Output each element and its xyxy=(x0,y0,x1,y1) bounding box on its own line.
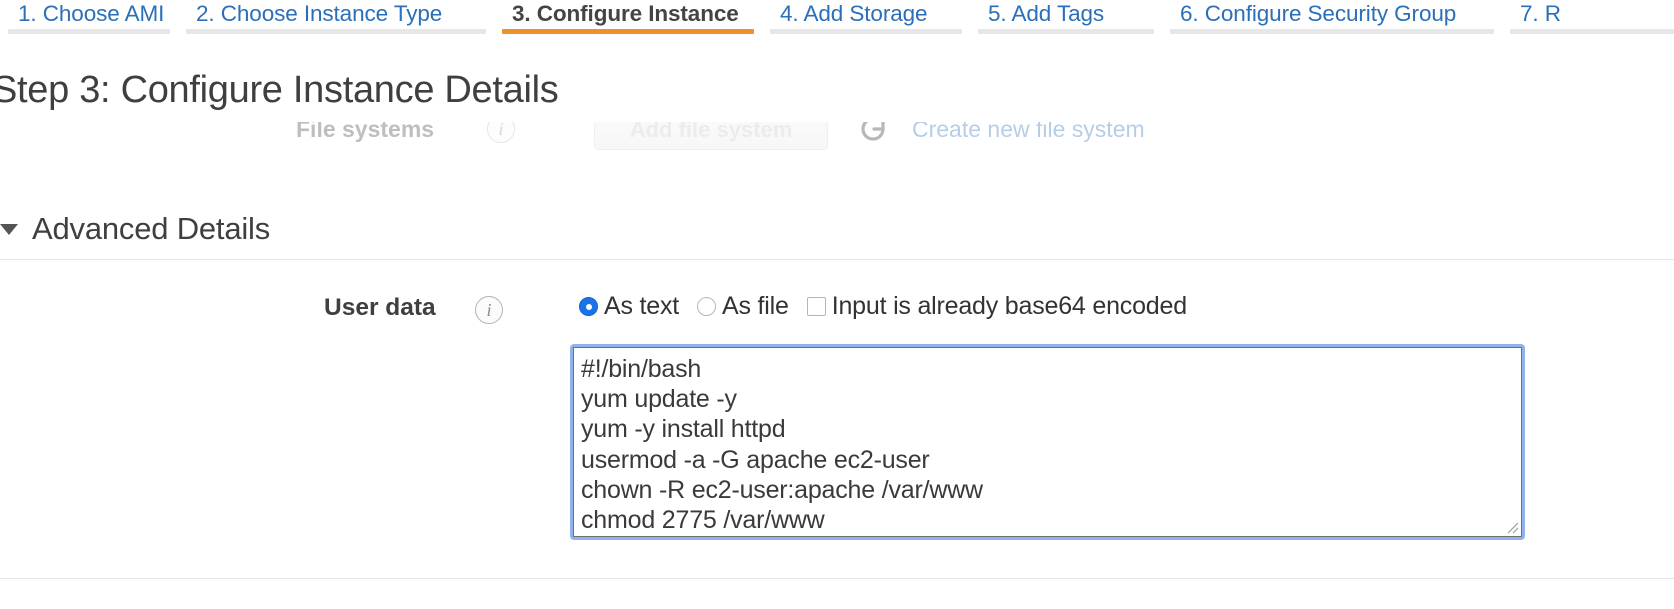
checkbox-indicator[interactable] xyxy=(806,297,826,316)
tab-underline-active xyxy=(502,29,754,34)
tab-underline xyxy=(8,29,170,34)
tab-add-storage[interactable]: 4. Add Storage xyxy=(762,0,970,46)
tab-underline xyxy=(770,29,962,34)
tab-label: 4. Add Storage xyxy=(780,1,928,26)
user-data-textarea-wrapper: #!/bin/bash yum update -y yum -y install… xyxy=(570,344,1525,540)
tab-choose-ami[interactable]: 1. Choose AMI xyxy=(0,0,178,46)
user-data-textarea[interactable]: #!/bin/bash yum update -y yum -y install… xyxy=(573,347,1522,537)
ec2-launch-wizard-page: 1. Choose AMI 2. Choose Instance Type 3.… xyxy=(0,0,1674,609)
section-divider-bottom xyxy=(0,578,1674,579)
tab-underline xyxy=(978,29,1154,34)
user-data-focus-ring: #!/bin/bash yum update -y yum -y install… xyxy=(570,344,1525,540)
tab-add-tags[interactable]: 5. Add Tags xyxy=(970,0,1162,46)
checkbox-base64-label: Input is already base64 encoded xyxy=(831,292,1187,320)
radio-as-file-label: As file xyxy=(722,292,789,320)
user-data-input-mode-options: As text As file Input is already base64 … xyxy=(579,292,1205,321)
user-data-textarea-value: #!/bin/bash yum update -y yum -y install… xyxy=(581,355,983,535)
checkbox-base64-encoded[interactable]: Input is already base64 encoded xyxy=(806,292,1187,321)
tab-label: 2. Choose Instance Type xyxy=(196,1,443,26)
tab-underline xyxy=(1510,29,1674,34)
tab-label: 5. Add Tags xyxy=(988,1,1105,26)
radio-indicator[interactable] xyxy=(579,297,598,316)
resize-handle-icon[interactable] xyxy=(1503,518,1519,534)
section-divider-top xyxy=(0,259,1674,260)
radio-as-file[interactable]: As file xyxy=(697,292,789,321)
tab-label: 1. Choose AMI xyxy=(18,1,165,26)
radio-as-text-label: As text xyxy=(604,292,680,320)
radio-indicator[interactable] xyxy=(697,297,717,316)
caret-down-icon xyxy=(0,223,18,235)
tab-label: 3. Configure Instance xyxy=(512,1,739,26)
user-data-label: User data xyxy=(324,294,436,321)
wizard-tab-strip: 1. Choose AMI 2. Choose Instance Type 3.… xyxy=(0,0,1674,46)
tab-configure-instance[interactable]: 3. Configure Instance xyxy=(494,0,762,46)
page-title: Step 3: Configure Instance Details xyxy=(0,68,559,111)
tab-configure-security-group[interactable]: 6. Configure Security Group xyxy=(1162,0,1502,46)
tab-review[interactable]: 7. R xyxy=(1502,0,1674,46)
radio-as-text[interactable]: As text xyxy=(579,292,679,321)
tab-label: 6. Configure Security Group xyxy=(1180,1,1457,26)
page-title-bar: Step 3: Configure Instance Details xyxy=(0,58,1092,122)
advanced-details-title: Advanced Details xyxy=(32,211,271,246)
advanced-details-header[interactable]: Advanced Details xyxy=(0,200,1674,258)
tab-underline xyxy=(1170,29,1494,34)
tab-choose-instance-type[interactable]: 2. Choose Instance Type xyxy=(178,0,494,46)
tab-label: 7. R xyxy=(1520,1,1561,26)
tab-underline xyxy=(186,29,486,34)
info-icon[interactable]: i xyxy=(475,296,503,324)
